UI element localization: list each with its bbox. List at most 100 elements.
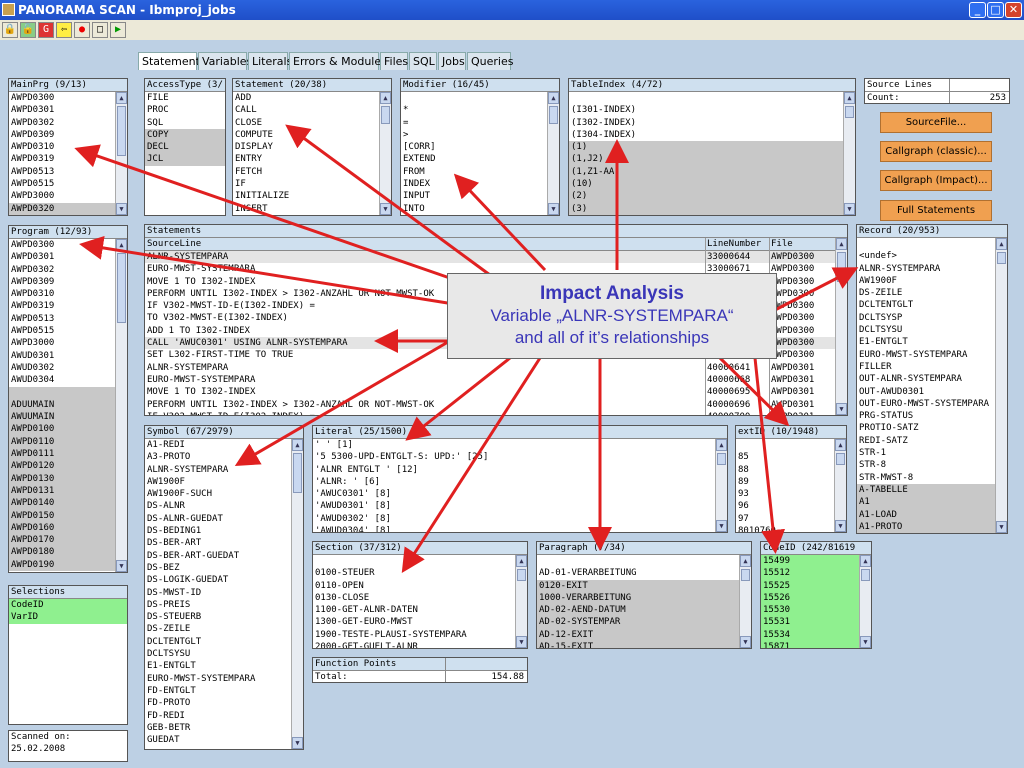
list-item[interactable]: [CORR] (401, 141, 547, 153)
list-item[interactable]: JCL (145, 153, 225, 166)
list-item[interactable]: AWPD3000 (9, 337, 115, 349)
scroll-up-icon[interactable]: ▲ (860, 555, 871, 567)
list-item[interactable]: INDEX (401, 178, 547, 190)
list-item[interactable]: AWPD0300 (9, 92, 115, 104)
list-item[interactable]: FROM (401, 166, 547, 178)
list-item[interactable]: DCLTSYSU (145, 648, 291, 660)
list-item[interactable]: 85 (736, 451, 834, 463)
list-item[interactable]: DS-MWST-ID (145, 587, 291, 599)
list-item[interactable]: AWPD0190 (9, 558, 115, 572)
scrollbar[interactable]: ▲ ▼ (379, 92, 391, 215)
accesstype-list[interactable]: AccessType (3/FILE PROC SQL COPY DECL JCL (144, 78, 226, 216)
list-item[interactable]: IF (233, 178, 379, 190)
list-item[interactable]: PRG-STATUS (857, 410, 995, 422)
list-item[interactable]: A3-PROTO (145, 451, 291, 463)
table-row[interactable]: ALNR-SYSTEMPARA 33000644 AWPD0300 (145, 251, 835, 264)
list-item[interactable]: OUT-EURO-MWST-SYSTEMPARA (857, 398, 995, 410)
list-item[interactable]: E1-ENTGLT (145, 660, 291, 672)
scrollbar[interactable]: ▲ ▼ (115, 92, 127, 215)
list-item[interactable]: INSERT (233, 203, 379, 215)
scroll-down-icon[interactable]: ▼ (116, 560, 127, 572)
list-item[interactable]: ADUUMAIN (9, 398, 115, 412)
list-item[interactable]: '5 5300-UPD-ENTGLT-S: UPD:' [25] (313, 451, 715, 463)
list-item[interactable]: ENTRY (233, 153, 379, 165)
record-icon[interactable]: ● (74, 22, 90, 38)
list-item[interactable]: A1-LOAD (857, 508, 995, 521)
list-item[interactable] (736, 439, 834, 451)
list-item[interactable]: FILE (145, 92, 225, 104)
list-item[interactable]: AWPD0140 (9, 497, 115, 510)
col-linenumber[interactable]: LineNumber (707, 238, 761, 250)
list-item[interactable]: ADD (233, 92, 379, 104)
scroll-up-icon[interactable]: ▲ (548, 92, 559, 104)
list-item[interactable]: DS-BER-ART (145, 537, 291, 549)
list-item[interactable] (313, 555, 515, 567)
list-item[interactable]: 'AWUD0304' [8] (313, 525, 715, 532)
scroll-down-icon[interactable]: ▼ (116, 203, 127, 215)
list-item[interactable]: AWPD0515 (9, 325, 115, 337)
list-item[interactable]: OUT-ALNR-SYSTEMPARA (857, 373, 995, 385)
unlock-icon[interactable]: 🔓 (20, 22, 36, 38)
col-file[interactable]: File (771, 238, 793, 250)
list-item[interactable]: 89 (736, 476, 834, 488)
list-item[interactable]: AWPD3000 (9, 190, 115, 202)
scroll-down-icon[interactable]: ▼ (516, 636, 527, 648)
list-item[interactable]: AW1900F-SUCH (145, 488, 291, 500)
scrollbar[interactable]: ▲ ▼ (547, 92, 559, 215)
tab-queries[interactable]: Queries (467, 52, 513, 70)
literal-list[interactable]: Literal (25/1500) ' ' [1] '5 5300-UPD-ENTG… (312, 425, 728, 533)
list-item[interactable]: 15525 (761, 579, 859, 592)
list-item[interactable]: CALL (233, 104, 379, 116)
tab-errors-modules[interactable]: Errors & Modules (289, 52, 387, 70)
scroll-down-icon[interactable]: ▼ (996, 521, 1007, 533)
close-button[interactable]: ✕ (1005, 2, 1022, 18)
list-item[interactable]: DS-ALNR-GUEDAT (145, 513, 291, 525)
scroll-up-icon[interactable]: ▲ (292, 439, 303, 451)
paragraph-list[interactable]: Paragraph (7/34) AD-01-VERARBEITUNG 0120-E… (536, 541, 752, 649)
full-statements-button[interactable]: Full Statements (880, 200, 992, 221)
list-item[interactable]: (3) (569, 202, 843, 215)
list-item[interactable]: AWUD0301 (9, 350, 115, 362)
list-item[interactable]: AWPD0131 (9, 484, 115, 498)
list-item[interactable]: 8010760 (736, 525, 834, 532)
list-item[interactable]: ' ' [1] (313, 439, 715, 451)
symbol-list[interactable]: Symbol (67/2979) A1-REDI A3-PROTO ALNR-SYST… (144, 425, 304, 750)
list-item[interactable]: 'AWUD0302' [8] (313, 513, 715, 525)
list-item[interactable]: FETCH (233, 166, 379, 178)
scroll-down-icon[interactable]: ▼ (740, 636, 751, 648)
list-item[interactable]: AWPD0319 (9, 300, 115, 312)
list-item[interactable]: A1-PROTO (857, 520, 995, 533)
scrollbar[interactable]: ▲ ▼ (515, 555, 527, 648)
list-item[interactable]: A-TABELLE (857, 483, 995, 497)
list-item[interactable]: AWPD0300 (9, 239, 115, 251)
list-item[interactable]: FILLER (857, 361, 995, 373)
list-item[interactable]: STR-1 (857, 447, 995, 459)
list-item[interactable]: COMPUTE (233, 129, 379, 141)
callgraph-impact-button[interactable]: Callgraph (Impact)... (880, 170, 992, 191)
list-item[interactable]: 1900-TESTE-PLAUSI-SYSTEMPARA (313, 629, 515, 641)
codeid-list[interactable]: CodeID (242/81619 15499 15512 15525 15526 155… (760, 541, 872, 649)
list-item[interactable]: 0120-EXIT (537, 579, 739, 592)
scrollbar[interactable]: ▲ ▼ (115, 239, 127, 572)
list-item[interactable] (537, 555, 739, 567)
list-item[interactable]: DS-BER-ART-GUEDAT (145, 550, 291, 562)
list-item[interactable]: 15512 (761, 567, 859, 580)
list-item[interactable]: ALNR-SYSTEMPARA (145, 464, 291, 476)
list-item[interactable]: AWPD0319 (9, 153, 115, 165)
list-item[interactable]: AD-02-AEND-DATUM (537, 604, 739, 617)
list-item[interactable]: (I304-INDEX) (569, 129, 843, 141)
list-item[interactable]: AWPD0320 (9, 202, 115, 215)
scroll-down-icon[interactable]: ▼ (860, 636, 871, 648)
list-item[interactable]: (I302-INDEX) (569, 117, 843, 129)
list-item[interactable]: OUT-AWUD0301 (857, 386, 995, 398)
play-icon[interactable]: ▶ (110, 22, 126, 38)
list-item[interactable]: AWPD0302 (9, 264, 115, 276)
list-item[interactable]: A1 (857, 496, 995, 509)
list-item[interactable]: FD-ENTGLT (145, 685, 291, 697)
list-item[interactable]: AD-15-EXIT (537, 641, 739, 648)
list-item[interactable]: 15871 (761, 641, 859, 648)
scroll-up-icon[interactable]: ▲ (740, 555, 751, 567)
list-item[interactable]: AWPD0170 (9, 534, 115, 547)
list-item[interactable]: 'AWUC0301' [8] (313, 488, 715, 500)
scrollbar[interactable]: ▲ ▼ (834, 439, 846, 532)
